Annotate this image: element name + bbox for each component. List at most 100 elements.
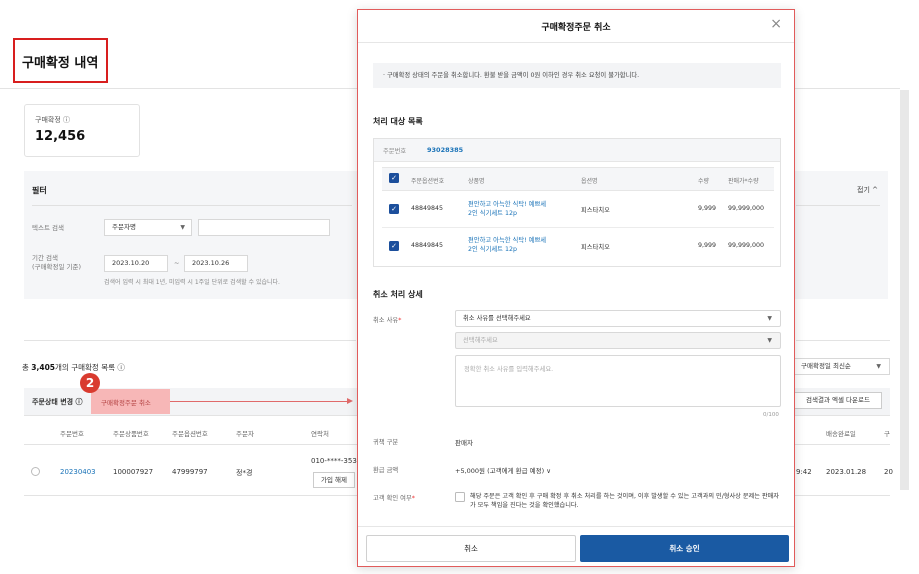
option-name: 피스타치오	[581, 244, 610, 251]
chevron-down-icon: ▼	[876, 363, 881, 370]
column-header: 주문자	[236, 430, 254, 438]
fault-value: 판매자	[455, 439, 473, 447]
list-title-suffix: 개의 구매확정 목록 ⓘ	[55, 363, 125, 372]
column-header: 주문번호	[60, 430, 84, 438]
modal-title: 구매확정주문 취소	[541, 23, 611, 33]
row-checkbox[interactable]: ✓	[389, 241, 399, 251]
scrollbar[interactable]	[900, 90, 909, 490]
quantity: 9,999	[698, 205, 717, 212]
period-help-text: 검색어 입력 시 최대 1년, 미입력 시 1주일 단위로 검색할 수 있습니다…	[104, 279, 280, 286]
stat-label: 구매확정 ⓘ	[35, 116, 70, 124]
chevron-down-icon: ▼	[180, 224, 185, 231]
date-from-input[interactable]: 2023.10.20	[104, 255, 168, 272]
option-number: 48849845	[411, 205, 444, 212]
text-search-select[interactable]: 주문자명 ▼	[104, 219, 192, 236]
sort-select[interactable]: 구매확정일 최신순 ▼	[794, 358, 890, 375]
confirm-label: 고객 확인 여부*	[373, 495, 415, 502]
refund-label: 환급 금액	[373, 467, 399, 474]
reason-select-value: 취소 사유를 선택해주세요	[463, 315, 531, 322]
annotation-arrow-head	[347, 398, 353, 404]
list-title-prefix: 총	[22, 363, 29, 372]
orderer: 정*경	[236, 469, 253, 477]
row-radio[interactable]	[31, 467, 40, 476]
date-from-value: 2023.10.20	[112, 259, 150, 267]
product-name-link[interactable]: 편안하고 아늑한 식탁! 예쁘세	[468, 236, 546, 245]
chevron-down-icon: ▼	[767, 337, 772, 344]
order-number-link[interactable]: 20230403	[60, 468, 96, 476]
modal-divider	[358, 42, 794, 43]
text-search-label: 텍스트 검색	[32, 224, 64, 232]
sort-select-value: 구매확정일 최신순	[801, 362, 851, 370]
cancel-button-label: 구매확정주문 취소	[101, 399, 151, 407]
date-to-input[interactable]: 2023.10.26	[184, 255, 248, 272]
detail-title: 취소 처리 상세	[373, 290, 423, 299]
reason-label-text: 취소 사유	[373, 317, 399, 324]
column-header: 판매가*수량	[728, 178, 759, 185]
refund-value-toggle[interactable]: +5,000원 (고객에게 환급 예정) ∨	[455, 465, 551, 475]
text-search-select-value: 주문자명	[112, 223, 136, 231]
column-header: 상품명	[468, 178, 485, 185]
char-counter: 0/100	[763, 412, 779, 418]
target-list-title: 처리 대상 목록	[373, 117, 423, 126]
product-number: 100007927	[113, 468, 154, 476]
cancel-order-modal: 구매확정주문 취소 × · 구매확정 상태의 주문을 취소합니다. 환불 받을 …	[357, 9, 795, 567]
column-header: 주문옵션번호	[411, 178, 445, 185]
target-table: 주문번호 93028385 ✓ 주문옵션번호 상품명 옵션명 수량 판매가*수량…	[373, 138, 781, 267]
phone: 010-****-353	[311, 457, 357, 465]
confirm-label-text: 고객 확인 여부	[373, 495, 412, 502]
table-row: ✓ 48849845 편안하고 아늑한 식탁! 예쁘세 2인 식기세트 12p …	[382, 228, 774, 264]
price: 99,999,000	[728, 242, 765, 249]
cancel-button[interactable]: 취소	[366, 535, 576, 562]
confirm-text: 해당 주문은 고객 확인 후 구매 확정 후 취소 처리를 하는 것이며, 이후…	[470, 493, 779, 509]
filter-title: 필터	[32, 186, 47, 195]
reason-select[interactable]: 취소 사유를 선택해주세요 ▼	[455, 310, 781, 327]
column-header: 연락처	[311, 430, 329, 438]
chevron-down-icon: ▼	[767, 315, 772, 322]
option-number: 48849845	[411, 242, 444, 249]
confirmed-order-cancel-button[interactable]: 구매확정주문 취소	[91, 389, 170, 414]
date-to-value: 2023.10.26	[192, 259, 230, 267]
divider	[796, 340, 890, 341]
select-all-checkbox[interactable]: ✓	[389, 173, 399, 183]
reason-sub-select-value: 선택해주세요	[463, 337, 498, 344]
modal-divider	[358, 526, 794, 527]
product-name-link-line2[interactable]: 2인 식기세트 12p	[468, 245, 517, 254]
column-header: 배송완료일	[826, 430, 856, 438]
excel-download-button[interactable]: 검색결과 엑셀 다운로드	[794, 392, 882, 409]
column-header: 주문상품번호	[113, 430, 149, 438]
column-header: 수량	[698, 178, 710, 185]
row-checkbox[interactable]: ✓	[389, 204, 399, 214]
column-header: 구	[884, 430, 890, 438]
period-label: 기간 검색	[32, 254, 58, 262]
annotation-arrow	[170, 401, 348, 402]
product-name-link[interactable]: 편안하고 아늑한 식탁! 예쁘세	[468, 200, 546, 209]
list-count: 3,405	[31, 363, 56, 372]
column-header: 옵션명	[581, 178, 598, 185]
list-title: 총 3,405개의 구매확정 목록 ⓘ	[22, 362, 125, 373]
delivered-date: 2023.01.28	[826, 468, 867, 476]
collapse-button[interactable]: 접기 ^	[857, 185, 878, 195]
extra-cell: 20	[884, 468, 893, 476]
price: 99,999,000	[728, 205, 765, 212]
close-icon[interactable]: ×	[770, 16, 782, 32]
approve-cancel-button[interactable]: 취소 승인	[580, 535, 789, 562]
reason-sub-select[interactable]: 선택해주세요 ▼	[455, 332, 781, 349]
order-number-value: 93028385	[427, 146, 464, 154]
period-label-sub: (구매확정일 기준)	[32, 263, 81, 271]
filter-divider	[796, 205, 880, 206]
stat-card: 구매확정 ⓘ 12,456	[24, 104, 140, 157]
confirm-checkbox[interactable]	[455, 492, 465, 502]
join-release-button[interactable]: 가입 해제	[313, 472, 355, 488]
page-title: 구매확정 내역	[22, 56, 99, 71]
table-header: ✓ 주문옵션번호 상품명 옵션명 수량 판매가*수량	[382, 167, 774, 191]
divider	[24, 340, 356, 341]
text-search-input[interactable]	[198, 219, 330, 236]
table-row: ✓ 48849845 편안하고 아늑한 식탁! 예쁘세 2인 식기세트 12p …	[382, 191, 774, 228]
column-header: 주문옵션번호	[172, 430, 208, 438]
reason-textarea[interactable]: 정확한 취소 사유를 입력해주세요.	[455, 355, 781, 407]
date-separator: ~	[174, 259, 180, 267]
product-name-link-line2[interactable]: 2인 식기세트 12p	[468, 209, 517, 218]
option-number: 47999797	[172, 468, 208, 476]
status-change-label: 주문상태 변경 ⓘ	[32, 398, 83, 406]
order-number-row: 주문번호 93028385	[374, 139, 780, 162]
